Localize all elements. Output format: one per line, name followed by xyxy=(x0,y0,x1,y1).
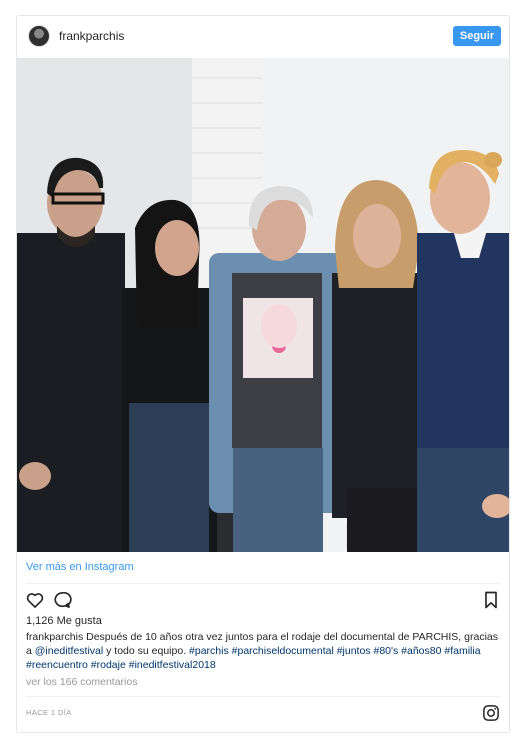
action-bar xyxy=(25,590,501,610)
view-comments-link[interactable]: ver los 166 comentarios xyxy=(26,676,137,688)
post-timestamp: HACE 1 DÍA xyxy=(26,708,72,717)
follow-button[interactable]: Seguir xyxy=(453,26,501,46)
post-header: frankparchis Seguir xyxy=(17,16,509,58)
bookmark-icon[interactable] xyxy=(481,590,501,610)
group-photo-image xyxy=(17,58,509,552)
caption-text-2: y todo su equipo. xyxy=(103,645,190,657)
divider-bottom xyxy=(26,696,500,697)
username[interactable]: frankparchis xyxy=(59,29,124,43)
post-caption: frankparchis Después de 10 años otra vez… xyxy=(26,630,506,672)
instagram-embed-card: frankparchis Seguir Ver más en Instagram… xyxy=(16,15,510,733)
instagram-icon[interactable] xyxy=(482,704,500,722)
caption-username[interactable]: frankparchis xyxy=(26,631,83,643)
heart-icon[interactable] xyxy=(25,590,45,610)
comment-icon[interactable] xyxy=(52,590,72,610)
caption-mention[interactable]: @ineditfestival xyxy=(35,645,103,657)
post-photo[interactable] xyxy=(17,58,509,552)
divider xyxy=(26,583,500,584)
view-more-link[interactable]: Ver más en Instagram xyxy=(26,561,134,573)
likes-count[interactable]: 1,126 Me gusta xyxy=(26,615,102,627)
avatar[interactable] xyxy=(28,25,50,47)
